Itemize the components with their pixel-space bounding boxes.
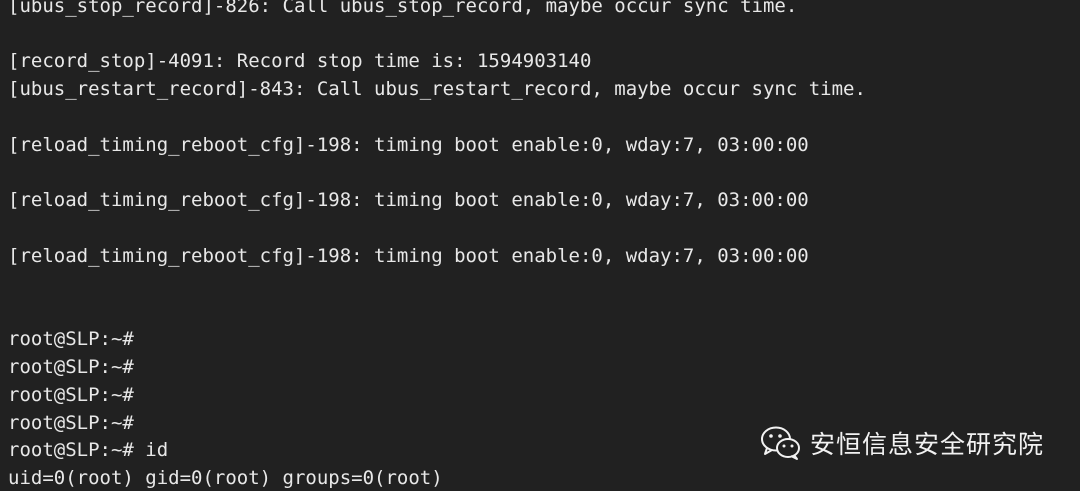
wechat-icon — [761, 426, 800, 460]
terminal-prompt-line: root@SLP:~# — [8, 384, 134, 406]
terminal-prompt-line: root@SLP:~# — [8, 412, 134, 434]
terminal-line: [reload_timing_reboot_cfg]-198: timing b… — [8, 245, 809, 267]
terminal-line: [record_stop]-4091: Record stop time is:… — [8, 50, 592, 72]
terminal-output-line: uid=0(root) gid=0(root) groups=0(root) — [8, 467, 443, 489]
terminal-prompt-line: root@SLP:~# — [8, 356, 134, 378]
watermark-text: 安恒信息安全研究院 — [810, 430, 1045, 459]
terminal-window[interactable]: [ubus_stop_record]-826: Call ubus_stop_r… — [0, 0, 1080, 491]
terminal-prompt-line: root@SLP:~# — [8, 328, 134, 350]
terminal-line: [reload_timing_reboot_cfg]-198: timing b… — [8, 134, 809, 156]
terminal-line: [ubus_stop_record]-826: Call ubus_stop_r… — [8, 0, 798, 17]
terminal-line: [reload_timing_reboot_cfg]-198: timing b… — [8, 189, 809, 211]
terminal-line: [ubus_restart_record]-843: Call ubus_res… — [8, 78, 866, 100]
terminal-command-line: root@SLP:~# id — [8, 439, 169, 461]
watermark: 安恒信息安全研究院 — [760, 423, 1044, 463]
